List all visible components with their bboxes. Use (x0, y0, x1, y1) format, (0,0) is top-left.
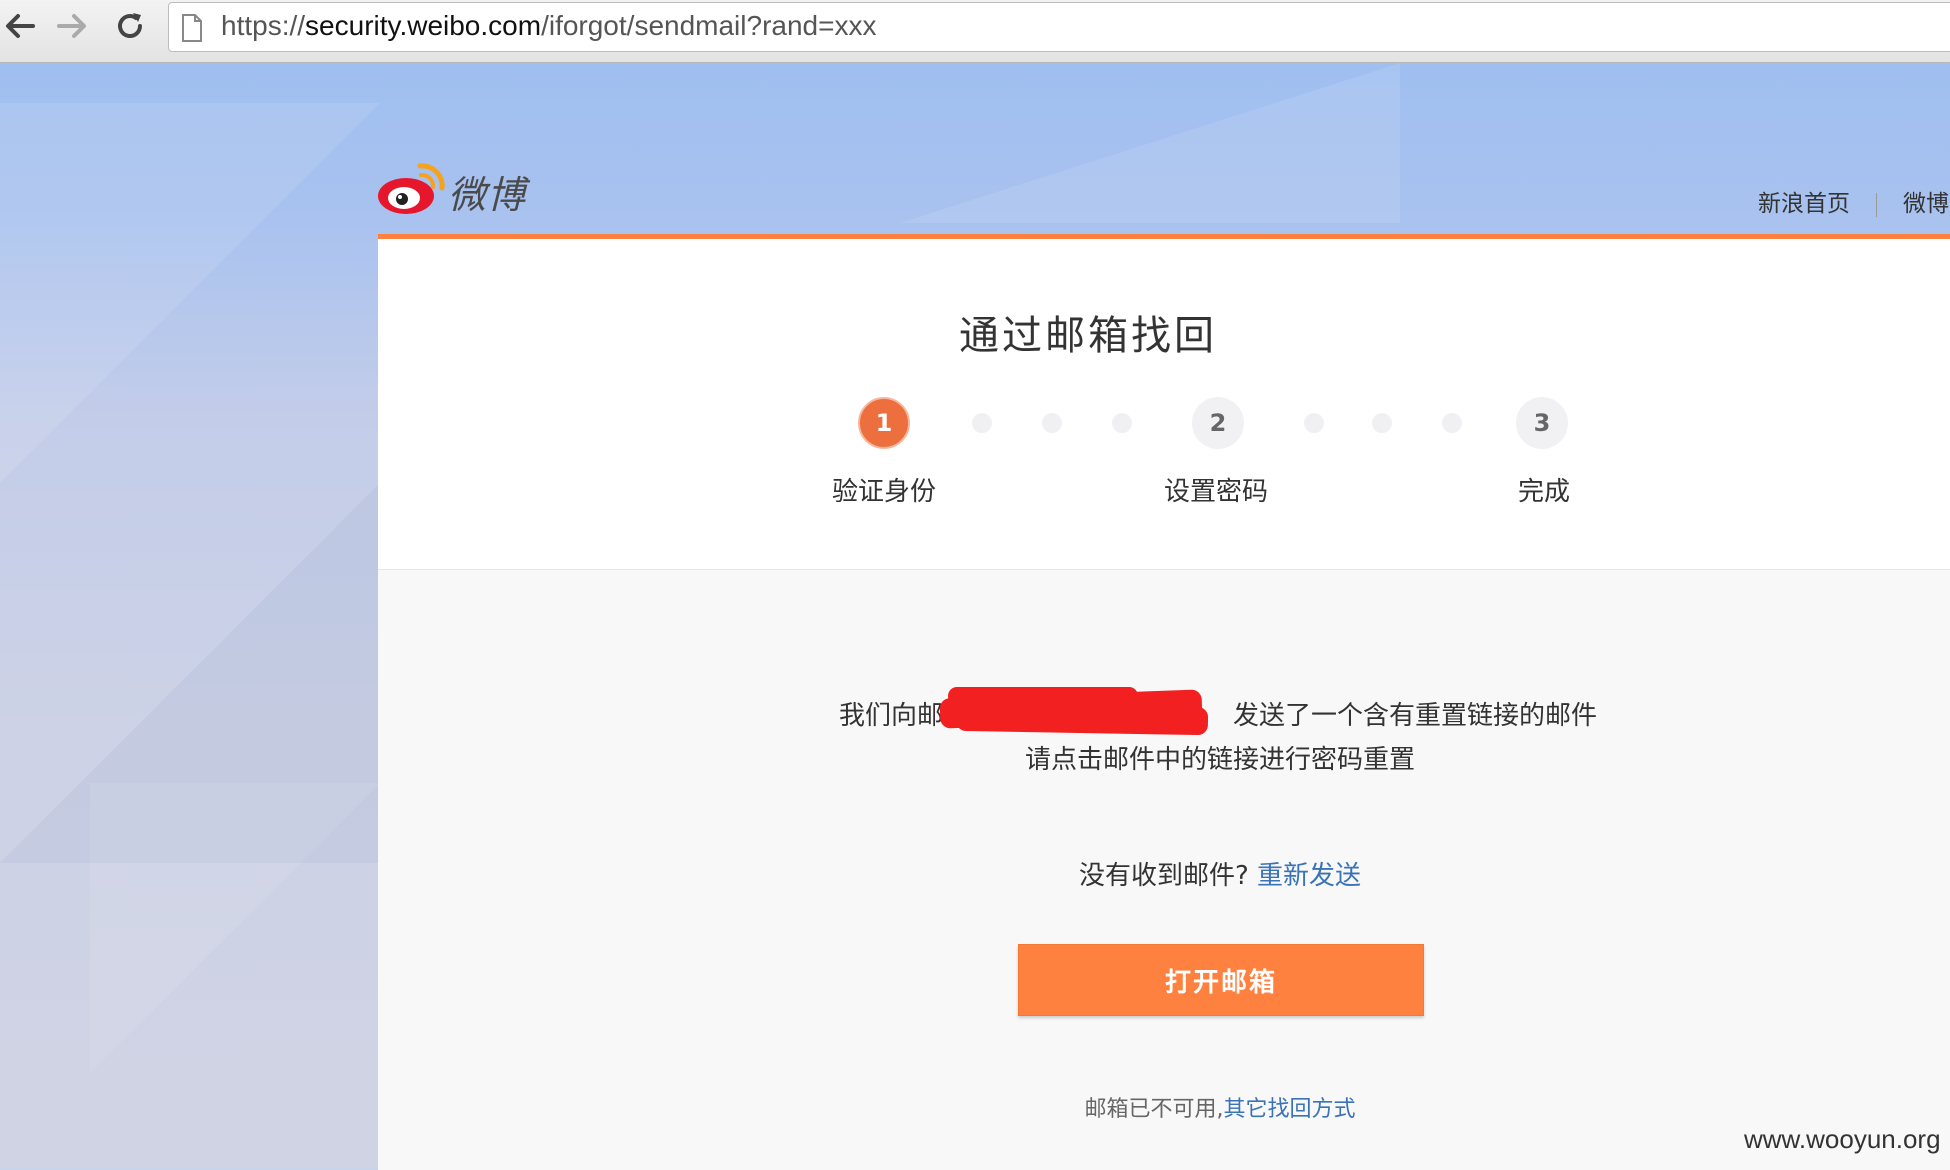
redaction-mark (955, 702, 1209, 736)
alternative-recovery: 邮箱已不可用,其它找回方式 (1084, 1091, 1355, 1123)
url-host: security.weibo.com (305, 10, 542, 41)
step-1-label: 验证身份 (831, 477, 937, 507)
other-method-link[interactable]: 其它找回方式 (1223, 1097, 1355, 1122)
address-bar[interactable]: https://security.weibo.com/iforgot/sendm… (168, 2, 1950, 52)
open-mailbox-button[interactable]: 打开邮箱 (1018, 944, 1424, 1016)
url-scheme: https:// (221, 10, 306, 41)
url-text: https://security.weibo.com/iforgot/sendm… (221, 10, 876, 42)
watermark: www.wooyun.org (1744, 1124, 1941, 1154)
forward-button[interactable] (52, 6, 92, 46)
weibo-logo-icon (378, 163, 445, 214)
progress-dot (1042, 413, 1062, 433)
reset-instruction: 请点击邮件中的链接进行密码重置 (1024, 745, 1416, 775)
progress-dot (1304, 413, 1324, 433)
nav-divider (1876, 192, 1877, 217)
redaction-mark (948, 687, 1138, 705)
progress-dot (972, 413, 992, 433)
progress-dot (1372, 413, 1392, 433)
progress-dot (1442, 413, 1462, 433)
nav-link-sina-home[interactable]: 新浪首页 (1758, 191, 1850, 217)
logo-text: 微博 (448, 173, 527, 217)
step-1-circle: 1 (858, 397, 910, 449)
progress-dot (1112, 413, 1132, 433)
browser-toolbar: https://security.weibo.com/iforgot/sendm… (0, 0, 1950, 63)
step-2-circle: 2 (1192, 397, 1244, 449)
reload-button[interactable] (110, 6, 150, 46)
main-card: 通过邮箱找回 1 2 3 验证身份 设置密码 完成 我们向邮箱 发送了一个含有重置… (378, 234, 1950, 1170)
url-path: /iforgot/sendmail?rand=xxx (541, 10, 877, 41)
page-icon (182, 14, 202, 42)
back-arrow-icon (6, 14, 35, 38)
step-2-label: 设置密码 (1163, 477, 1269, 507)
reload-icon (118, 13, 142, 38)
step-3-circle: 3 (1516, 397, 1568, 449)
top-nav: 新浪首页 微博 (1758, 184, 1949, 218)
back-button[interactable] (0, 6, 40, 46)
resend-link[interactable]: 重新发送 (1257, 861, 1361, 891)
resend-line: 没有收到邮件? 重新发送 (1079, 855, 1361, 892)
message-suffix: 发送了一个含有重置链接的邮件 (1233, 701, 1598, 731)
page-title: 通过邮箱找回 (959, 313, 1217, 359)
mailbox-unavailable-text: 邮箱已不可用, (1084, 1097, 1224, 1122)
forward-arrow-icon (57, 14, 86, 38)
step-3-label: 完成 (1517, 477, 1571, 507)
nav-link-weibo[interactable]: 微博 (1903, 191, 1949, 217)
resend-question: 没有收到邮件? (1078, 861, 1249, 891)
